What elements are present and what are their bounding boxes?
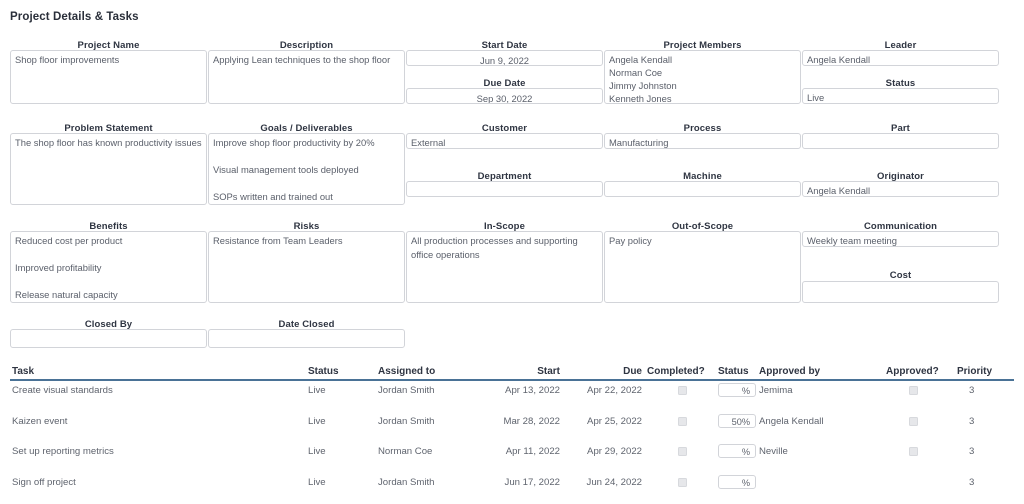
leader-field[interactable]: Angela Kendall	[802, 50, 999, 66]
due-date-field[interactable]: Sep 30, 2022	[406, 88, 603, 104]
column-header-task[interactable]: Task	[12, 366, 34, 377]
description-field[interactable]: Applying Lean techniques to the shop flo…	[208, 50, 405, 104]
customer-field[interactable]: External	[406, 133, 603, 149]
task-cell-assigned-to: Jordan Smith	[378, 476, 435, 488]
task-cell-approved-by: Angela Kendall	[759, 415, 824, 427]
task-cell-priority: 3	[969, 415, 975, 427]
task-cell-status: Live	[308, 385, 326, 396]
machine-field[interactable]	[604, 181, 801, 197]
column-header-status[interactable]: Status	[308, 366, 339, 377]
task-cell-priority: 3	[969, 446, 975, 458]
task-cell-name[interactable]: Set up reporting metrics	[12, 446, 114, 457]
task-completed-checkbox[interactable]	[678, 477, 687, 487]
project-name-field[interactable]: Shop floor improvements	[10, 50, 207, 104]
column-header-progress-status[interactable]: Status	[718, 366, 749, 377]
task-completed-checkbox[interactable]	[678, 386, 687, 395]
task-cell-name[interactable]: Create visual standards	[12, 385, 113, 396]
task-cell-status: Live	[308, 476, 326, 488]
task-cell-status: Live	[308, 446, 326, 458]
task-cell-approved-by: Jemima	[759, 385, 793, 396]
column-header-assigned-to[interactable]: Assigned to	[378, 366, 435, 377]
task-cell-due: Apr 29, 2022	[587, 446, 642, 458]
project-members-field[interactable]: Angela Kendall Norman Coe Jimmy Johnston…	[604, 50, 801, 104]
task-approved-checkbox[interactable]	[909, 386, 918, 395]
project-details-page: Project Details & Tasks Project Name Sho…	[0, 0, 1024, 504]
cost-field[interactable]	[802, 281, 999, 303]
risks-field[interactable]: Resistance from Team Leaders	[208, 231, 405, 303]
task-cell-assigned-to: Norman Coe	[378, 446, 433, 458]
task-cell-priority: 3	[969, 385, 975, 396]
task-cell-status: Live	[308, 415, 326, 427]
column-header-approved[interactable]: Approved?	[886, 366, 939, 377]
task-cell-start: Jun 17, 2022	[504, 476, 560, 488]
out-of-scope-field[interactable]: Pay policy	[604, 231, 801, 303]
task-progress-input[interactable]: 50%	[718, 413, 756, 428]
task-approved-checkbox[interactable]	[909, 416, 918, 426]
column-header-completed[interactable]: Completed?	[647, 366, 705, 377]
task-cell-start: Apr 13, 2022	[505, 385, 560, 396]
task-completed-checkbox[interactable]	[678, 416, 687, 426]
table-header-rule	[10, 379, 1014, 381]
status-field[interactable]: Live	[802, 88, 999, 104]
task-completed-checkbox[interactable]	[678, 447, 687, 457]
task-progress-input[interactable]: %	[718, 474, 756, 489]
task-progress-input[interactable]: %	[718, 444, 756, 459]
page-title: Project Details & Tasks	[10, 11, 139, 23]
in-scope-field[interactable]: All production processes and supporting …	[406, 231, 603, 303]
task-cell-due: Apr 22, 2022	[587, 385, 642, 396]
task-cell-due: Apr 25, 2022	[587, 415, 642, 427]
task-progress-input[interactable]: %	[718, 383, 756, 397]
goals-deliverables-field[interactable]: Improve shop floor productivity by 20% V…	[208, 133, 405, 205]
task-cell-name[interactable]: Kaizen event	[12, 416, 67, 427]
task-approved-checkbox[interactable]	[909, 447, 918, 457]
part-field[interactable]	[802, 133, 999, 149]
task-cell-name[interactable]: Sign off project	[12, 477, 76, 488]
closed-by-field[interactable]	[10, 329, 207, 348]
task-cell-assigned-to: Jordan Smith	[378, 385, 435, 396]
originator-field[interactable]: Angela Kendall	[802, 181, 999, 197]
task-cell-priority: 3	[969, 476, 975, 488]
communication-field[interactable]: Weekly team meeting	[802, 231, 999, 247]
process-field[interactable]: Manufacturing	[604, 133, 801, 149]
task-cell-due: Jun 24, 2022	[586, 476, 642, 488]
column-header-priority[interactable]: Priority	[957, 366, 992, 377]
task-cell-assigned-to: Jordan Smith	[378, 415, 435, 427]
start-date-field[interactable]: Jun 9, 2022	[406, 50, 603, 66]
task-cell-approved-by: Neville	[759, 446, 788, 458]
problem-statement-field[interactable]: The shop floor has known productivity is…	[10, 133, 207, 205]
column-header-approved-by[interactable]: Approved by	[759, 366, 820, 377]
label-cost: Cost	[889, 270, 912, 281]
column-header-start[interactable]: Start	[478, 366, 560, 377]
department-field[interactable]	[406, 181, 603, 197]
benefits-field[interactable]: Reduced cost per product Improved profit…	[10, 231, 207, 303]
column-header-due[interactable]: Due	[568, 366, 642, 377]
task-cell-start: Apr 11, 2022	[505, 446, 560, 458]
task-cell-start: Mar 28, 2022	[503, 415, 560, 427]
date-closed-field[interactable]	[208, 329, 405, 348]
